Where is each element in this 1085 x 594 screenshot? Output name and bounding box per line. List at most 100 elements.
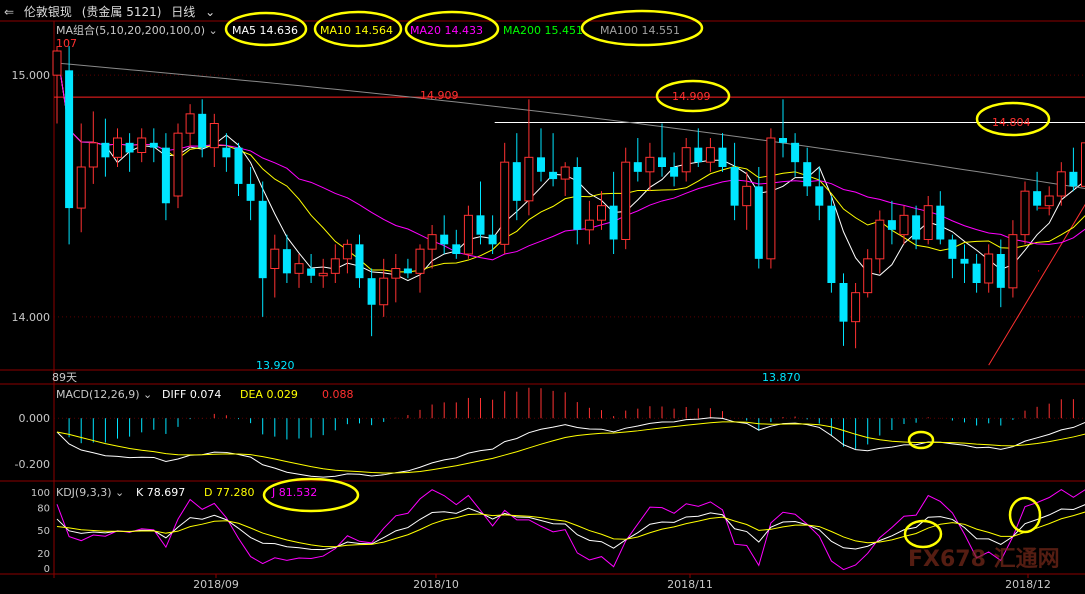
candle-body-up	[584, 219, 594, 231]
candle-body-down	[198, 113, 207, 148]
candle-body-down	[149, 142, 158, 148]
macd-tick-label: 0.000	[19, 412, 51, 425]
candle-body-down	[65, 70, 74, 209]
kdj-legend-label: KDJ(9,3,3) ⌄	[56, 486, 124, 499]
candle-body-up	[851, 292, 861, 323]
candle-body-down	[307, 268, 316, 276]
candle-body-down	[476, 215, 485, 235]
kdj-tick-label: 20	[37, 549, 50, 560]
watermark-text: FX678 汇通网	[908, 547, 1060, 572]
chart-window: 15.000 14.000 107 14.909 14.909 14.804 13.920…	[0, 0, 1085, 594]
candle-body-down	[537, 157, 545, 172]
candle-body-down	[658, 157, 666, 167]
candle-body-up	[1081, 142, 1085, 187]
candle-body-down	[258, 200, 267, 279]
chart-header: ⇐ 伦敦银现 (贵金属 5121) 日线 ⌄	[4, 3, 227, 19]
candle-body-up	[923, 205, 933, 241]
candle-body-up	[875, 219, 885, 260]
macd-dea-label: DEA 0.029	[240, 388, 298, 401]
candle-body-up	[318, 272, 328, 277]
macd-legend-label: MACD(12,26,9) ⌄	[56, 388, 152, 401]
candle-body-up	[185, 113, 195, 134]
instrument-name: 伦敦银现	[23, 5, 72, 19]
price-tick-label: 14.000	[12, 311, 51, 324]
candle-body-down	[791, 142, 800, 163]
days-label: 89天	[52, 371, 77, 384]
chart-canvas: 15.000 14.000 107 14.909 14.909 14.804 13.920…	[0, 9, 1085, 591]
candle-body-up	[597, 205, 606, 221]
candle-body-up	[463, 214, 473, 255]
high-price-label: 14.909	[420, 89, 459, 102]
ma-legend-ma5: MA5 14.636	[232, 24, 298, 37]
candle-body-down	[246, 183, 255, 201]
candle-body-up	[342, 243, 352, 260]
period-label: 日线	[171, 5, 196, 19]
kdj-k-label: K 78.697	[136, 486, 185, 499]
candle-body-down	[754, 186, 763, 259]
kdj-tick-label: 100	[31, 488, 50, 499]
candle-body-up	[500, 161, 510, 245]
ma-legend-ma200: MA200 15.451	[503, 24, 583, 37]
candle-body-up	[294, 263, 304, 274]
macd-dea-line	[56, 421, 1085, 474]
candle-body-down	[670, 167, 679, 177]
candle-body-down	[1069, 171, 1078, 187]
candle-body-down	[222, 147, 231, 158]
candle-body-down	[125, 142, 134, 153]
candle-body-down	[960, 258, 969, 264]
candle-body-up	[88, 142, 98, 168]
x-axis-label: 2018/12	[1005, 578, 1051, 591]
candle-body-up	[76, 166, 86, 209]
candle-body-down	[948, 239, 957, 259]
kdj-tick-label: 80	[37, 503, 50, 514]
candle-body-down	[803, 162, 812, 187]
back-arrows-icon[interactable]: ⇐	[4, 5, 14, 19]
high-price-label-circled: 14.909	[672, 90, 711, 103]
candle-body-up	[645, 156, 655, 173]
candle-body-up	[52, 50, 62, 76]
kdj-tick-label: 0	[44, 564, 50, 575]
candle-body-down	[403, 268, 412, 274]
candle-body-down	[282, 249, 291, 274]
candle-body-up	[621, 161, 631, 241]
corner-price-label: 107	[56, 37, 77, 50]
candle-body-up	[681, 147, 691, 173]
candle-body-up	[379, 277, 389, 306]
kdj-tick-label: 50	[37, 526, 50, 537]
ma-legend-ma100: MA100 14.551	[600, 24, 680, 37]
macd-tick-label: -0.200	[15, 458, 50, 471]
chevron-down-icon: ⌄	[201, 5, 216, 19]
period-selector[interactable]: 日线 ⌄	[171, 5, 221, 19]
price-tick-label: 15.000	[12, 69, 51, 82]
candle-body-up	[1056, 171, 1066, 197]
candle-body-down	[609, 205, 618, 240]
macd-diff-label: DIFF 0.074	[162, 388, 221, 401]
candle-body-up	[766, 137, 776, 260]
candle-body-up	[270, 248, 280, 270]
market-label: (贵金属 5121)	[81, 5, 162, 19]
x-axis-label: 2018/10	[413, 578, 459, 591]
candle-body-up	[209, 123, 219, 149]
candle-body-up	[863, 258, 873, 294]
candle-body-down	[730, 167, 739, 206]
ma-legend-label: MA组合(5,10,20,200,100,0) ⌄	[56, 23, 218, 37]
candle-body-down	[161, 147, 170, 204]
candle-body-up	[137, 137, 147, 153]
candle-body-down	[1033, 191, 1042, 206]
candle-body-down	[839, 283, 848, 322]
candle-body-up	[742, 185, 752, 207]
candle-body-down	[779, 138, 787, 143]
ma-legend-ma10: MA10 14.564	[320, 24, 393, 37]
macd-value-label: 0.088	[322, 388, 354, 401]
annotation-ellipse-macd-cross	[907, 430, 935, 450]
candle-body-down	[694, 147, 703, 163]
candle-body-down	[488, 234, 497, 245]
candle-body-down	[512, 162, 521, 201]
candle-body-down	[234, 147, 243, 184]
candle-body-down	[355, 244, 364, 279]
kdj-j-label: J 81.532	[271, 486, 317, 499]
kdj-d-label: D 77.280	[204, 486, 254, 499]
candle-body-down	[549, 171, 558, 180]
candle-body-down	[887, 220, 896, 230]
candle-body-up	[899, 214, 909, 236]
